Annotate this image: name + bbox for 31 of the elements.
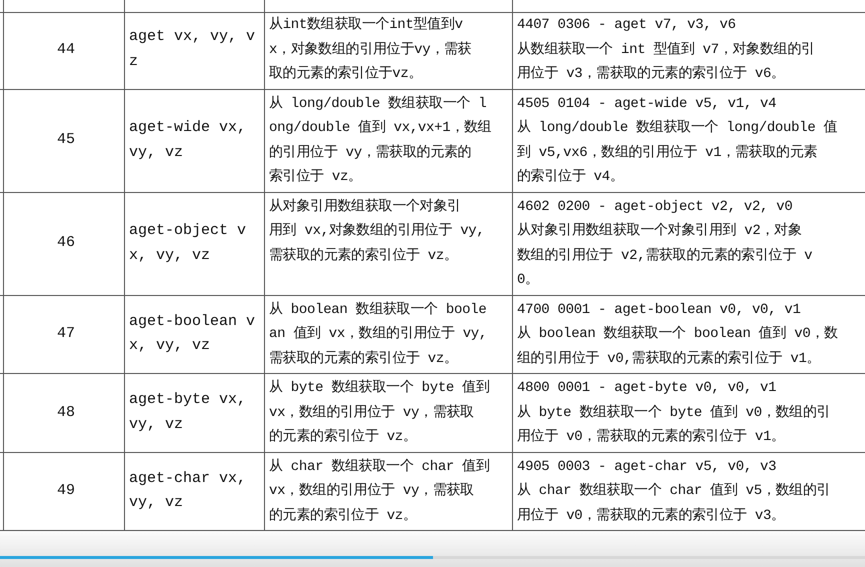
example-description: 从 char 数组获取一个 char 值到 v5，数组的引 用位于 v0，需获取的元素的索引位于 v3。: [517, 482, 832, 526]
instruction-description: 从对象引用数组获取一个对象引 用到 vx,对象数组的引用位于 vy, 需获取的元素的索引位于 vz。: [269, 198, 486, 266]
example-description: 从数组获取一个 int 型值到 v7，对象数组的引 用位于 v3，需获取的元素的索引位于 v6。: [517, 40, 816, 84]
row-number: 46: [56, 233, 75, 254]
instruction-description: 从 boolean 数组获取一个 boole an 值到 vx，数组的引用位于 vy, 需获取的元素的索引位于 vz。: [269, 300, 488, 368]
instruction-description: 从 char 数组获取一个 char 值到 vx，数组的引用位于 vy，需获取 的元素的索引位于 vz。: [269, 458, 491, 526]
example-code: 4700 0001 - aget-boolean v0, v0, v1: [517, 300, 802, 320]
instruction-syntax: aget-char vx, vy, vz: [129, 468, 246, 514]
instruction-description: 从 long/double 数组获取一个 l ong/double 值到 vx,vx+1，数组 的引用位于 vy，需获取的元素的 索引位于 vz。: [269, 94, 492, 187]
row-number: 48: [56, 402, 75, 422]
row-number: 44: [56, 40, 75, 60]
row-number: 45: [56, 130, 75, 150]
video-progress-bar[interactable]: [0, 556, 865, 559]
example-description: 从对象引用数组获取一个对象引用到 v2，对象 数组的引用位于 v2,需获取的元素的索引位于 v 0。: [517, 222, 814, 290]
example-description: 从 long/double 数组获取一个 long/double 值 到 v5,vx6，数组的引用位于 v1，需获取的元素 的索引位于 v4。: [517, 118, 838, 187]
instruction-syntax: aget-boolean v x, vy, vz: [129, 312, 256, 356]
example-code: 4905 0003 - aget-char v5, v0, v3: [517, 458, 778, 476]
instruction-syntax: aget-byte vx, vy, vz: [129, 390, 246, 435]
example-code: 4602 0200 - aget-object v2, v2, v0: [517, 198, 794, 216]
example-code: 4505 0104 - aget-wide v5, v1, v4: [517, 94, 778, 114]
row-number: 47: [56, 324, 75, 344]
instruction-description: 从int数组获取一个int型值到v x，对象数组的引用位于vy，需获 取的元素的索引位于vz。: [269, 16, 472, 84]
example-description: 从 byte 数组获取一个 byte 值到 v0，数组的引 用位于 v0，需获取的元素的索引位于 v1。: [517, 404, 832, 447]
instruction-syntax: aget-object v x, vy, vz: [129, 221, 246, 266]
instruction-description: 从 byte 数组获取一个 byte 值到 vx，数组的引用位于 vy，需获取 的元素的索引位于 vz。: [269, 378, 491, 447]
row-number: 49: [56, 481, 75, 501]
example-description: 从 boolean 数组获取一个 boolean 值到 v0，数 组的引用位于 v0,需获取的元素的索引位于 v1。: [517, 324, 839, 368]
instruction-syntax: aget-wide vx, vy, vz: [129, 118, 246, 162]
instruction-syntax: aget vx, vy, v z: [129, 27, 256, 72]
example-code: 4407 0306 - aget v7, v3, v6: [517, 16, 737, 35]
example-code: 4800 0001 - aget-byte v0, v0, v1: [517, 379, 778, 398]
